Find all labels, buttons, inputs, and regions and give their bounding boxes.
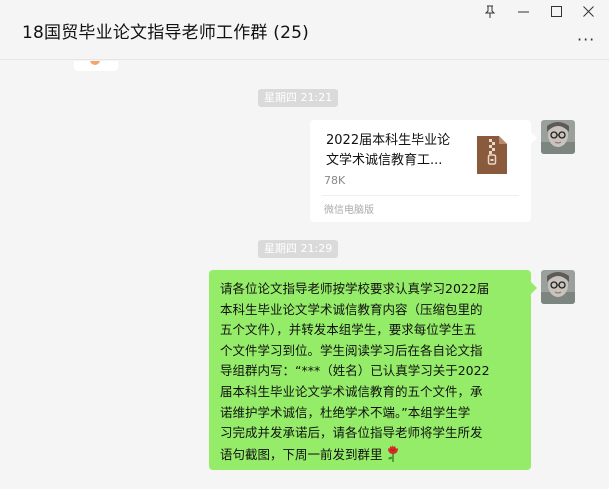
title-bar: 18国贸毕业论文指导老师工作群 (25) ··· <box>0 0 609 60</box>
message-last-line: 语句截图，下周一前发到群里 <box>220 444 521 469</box>
timestamp: 星期四 21:21 <box>258 89 339 107</box>
avatar[interactable] <box>541 270 575 304</box>
divider <box>322 195 519 196</box>
avatar[interactable] <box>541 120 575 154</box>
chat-title: 18国贸毕业论文指导老师工作群 (25) <box>22 23 309 43</box>
minimize-icon[interactable] <box>511 3 535 19</box>
zip-file-icon <box>477 136 507 174</box>
file-name-line: 2022届本科生毕业论 <box>326 133 451 148</box>
message-line: 导组群内写：“***（姓名）已认真学习关于2022 <box>220 363 490 379</box>
timestamp: 星期四 21:29 <box>258 240 339 258</box>
close-icon[interactable] <box>576 3 600 19</box>
file-size: 78K <box>324 174 346 187</box>
message-line: 届本科生毕业论文学术诚信教育的五个文件，承 <box>220 383 483 399</box>
pin-icon[interactable] <box>478 3 502 19</box>
more-icon[interactable]: ··· <box>577 30 595 49</box>
chat-window: 18国贸毕业论文指导老师工作群 (25) ··· 星期四 21:21 2022届… <box>0 0 609 489</box>
message-line: 诺维护学术诚信，杜绝学术不端。”本组学生学 <box>220 404 471 420</box>
file-name-line: 文学术诚信教育工... <box>326 153 443 168</box>
message-line: 本科生毕业论文学术诚信教育内容（压缩包里的 <box>220 301 483 317</box>
maximize-icon[interactable] <box>544 3 568 19</box>
message-line-text: 语句截图，下周一前发到群里 <box>220 446 383 462</box>
message-line: 请各位论文指导老师按学校要求认真学习2022届 <box>220 281 490 296</box>
file-source: 微信电脑版 <box>324 205 374 216</box>
message-line: 个文件学习到位。学生阅读学习后在各自论文指 <box>220 342 483 358</box>
message-line: 五个文件），并转发本组学生，要求每位学生五 <box>220 322 477 338</box>
rose-icon <box>386 444 400 469</box>
text-message[interactable]: 请各位论文指导老师按学校要求认真学习2022届 本科生毕业论文学术诚信教育内容（… <box>209 270 537 470</box>
message-line: 习完成并发承诺后，请各位指导老师将学生所发 <box>220 425 483 441</box>
message-list[interactable]: 星期四 21:21 2022届本科生毕业论 文学术诚信教育工... 78K 微信… <box>0 61 609 489</box>
file-message[interactable]: 2022届本科生毕业论 文学术诚信教育工... 78K 微信电脑版 <box>310 120 537 222</box>
file-name: 2022届本科生毕业论 文学术诚信教育工... <box>326 131 466 171</box>
